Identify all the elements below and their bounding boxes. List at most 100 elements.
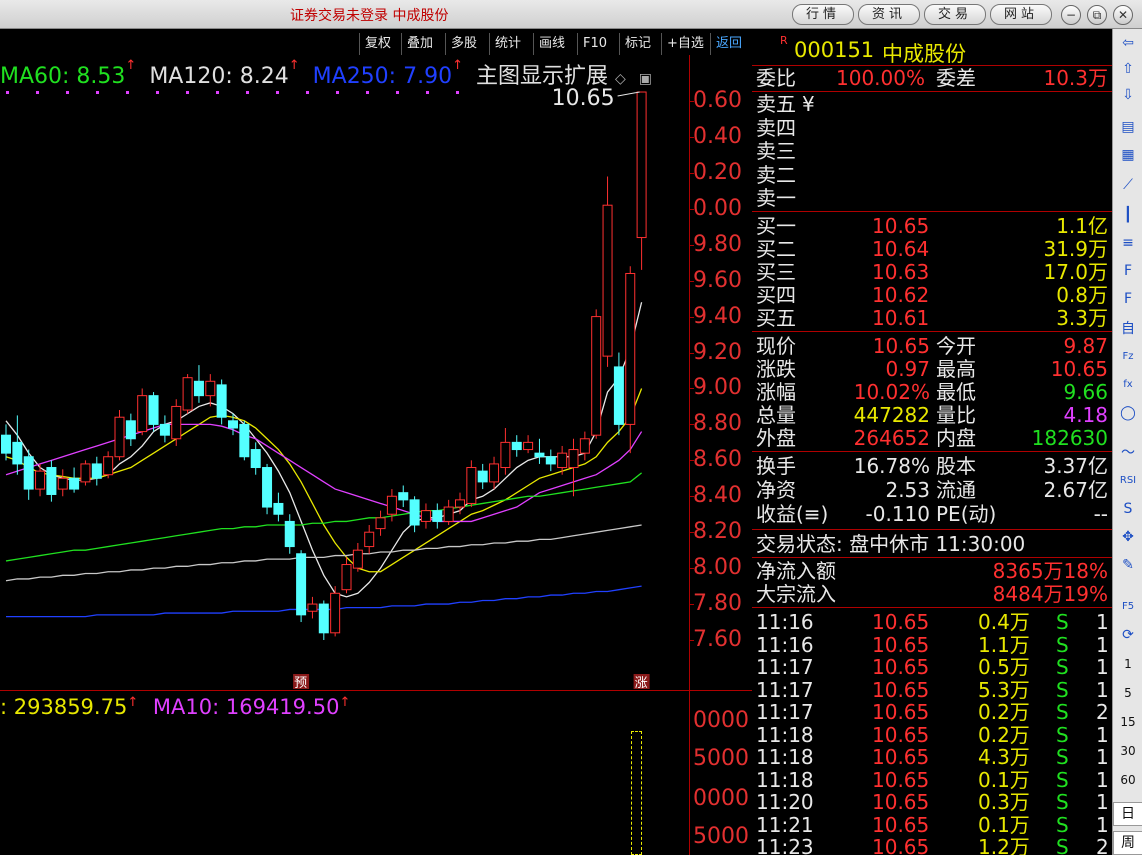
multi-stock-button[interactable]: 多股 — [445, 33, 482, 55]
candle[interactable] — [636, 91, 647, 270]
candle[interactable] — [273, 492, 284, 522]
candle[interactable] — [432, 503, 443, 529]
website-button[interactable]: 网站 — [990, 4, 1052, 25]
tick-row: 11:23 10.65 1.2万 S 2 — [756, 836, 1112, 855]
candle[interactable] — [114, 410, 125, 461]
candle[interactable] — [103, 451, 114, 479]
candle[interactable] — [159, 415, 170, 443]
candle[interactable] — [171, 399, 182, 446]
candle[interactable] — [1, 424, 11, 461]
candle[interactable] — [602, 176, 613, 367]
arrow-up-icon[interactable]: ⇧ — [1118, 59, 1138, 79]
candle[interactable] — [91, 456, 102, 486]
candle[interactable] — [352, 542, 363, 572]
candle[interactable] — [545, 449, 556, 472]
candle[interactable] — [477, 463, 488, 490]
fiz-icon[interactable]: Fz — [1118, 347, 1138, 367]
candle[interactable] — [12, 415, 23, 475]
close-icon[interactable]: ✕ — [1113, 5, 1133, 25]
period-button-5[interactable]: 5 — [1113, 686, 1142, 700]
add-favorite-button[interactable]: +自选 — [661, 33, 709, 55]
grid-icon[interactable]: ▦ — [1118, 145, 1138, 165]
candle[interactable] — [23, 449, 34, 500]
news-icon[interactable]: ▤ — [1118, 117, 1138, 137]
period-button-60[interactable]: 60 — [1113, 773, 1142, 787]
candle[interactable] — [568, 438, 579, 497]
candle[interactable] — [80, 460, 91, 486]
back-button[interactable]: 返回 — [710, 33, 747, 55]
circle-icon[interactable]: ◯ — [1118, 403, 1138, 423]
candle[interactable] — [511, 435, 522, 457]
candle[interactable] — [318, 600, 329, 640]
line-chart-icon[interactable]: ⟋ — [1118, 175, 1138, 195]
candle[interactable] — [420, 503, 431, 529]
candle[interactable] — [250, 442, 261, 475]
period-button-15[interactable]: 15 — [1113, 715, 1142, 729]
arrow-down-icon[interactable]: ⇩ — [1118, 85, 1138, 105]
chevron-left-icon[interactable]: ⇦ — [1118, 33, 1138, 53]
minimize-icon[interactable]: − — [1061, 5, 1081, 25]
restore-icon[interactable]: ⧉ — [1087, 5, 1107, 25]
expand-icon[interactable]: ▣ — [639, 71, 652, 87]
pencil-icon[interactable]: ✎ — [1118, 555, 1138, 575]
period-button-周[interactable]: 周 — [1113, 831, 1142, 855]
statistics-button[interactable]: 统计 — [489, 33, 526, 55]
candle[interactable] — [398, 485, 409, 508]
news-button[interactable]: 资讯 — [858, 4, 920, 25]
candle[interactable] — [489, 456, 500, 490]
candle[interactable] — [182, 374, 193, 414]
period-button-日[interactable]: 日 — [1113, 802, 1142, 826]
candle[interactable] — [69, 467, 80, 493]
restore-rights-button[interactable]: 复权 — [359, 33, 396, 55]
market-button[interactable]: 行情 — [792, 4, 854, 25]
diamond-icon[interactable]: ◇ — [615, 71, 626, 87]
candle[interactable] — [613, 352, 624, 436]
chart-s-icon[interactable]: S — [1118, 499, 1138, 519]
candle[interactable] — [46, 460, 57, 502]
formula-icon[interactable]: fx — [1118, 375, 1138, 395]
f5-icon[interactable]: F5 — [1118, 597, 1138, 617]
candle[interactable] — [625, 266, 636, 454]
overlay-button[interactable]: 叠加 — [401, 33, 438, 55]
candle[interactable] — [216, 379, 227, 425]
rsi-icon[interactable]: RSI — [1118, 471, 1138, 491]
candle[interactable] — [534, 438, 545, 464]
self-icon[interactable]: 自 — [1118, 319, 1138, 339]
candlestick-chart[interactable]: 10.65 预 涨 — [0, 86, 690, 691]
period-button-30[interactable]: 30 — [1113, 744, 1142, 758]
candle[interactable] — [341, 557, 352, 594]
candle[interactable] — [205, 374, 216, 407]
candle[interactable] — [364, 525, 375, 554]
candle[interactable] — [137, 388, 148, 436]
list-icon[interactable]: ≡ — [1118, 233, 1138, 253]
candle[interactable] — [296, 550, 307, 623]
candle[interactable] — [579, 431, 590, 461]
candle[interactable] — [148, 392, 159, 432]
candle[interactable] — [443, 499, 454, 526]
candle[interactable] — [307, 596, 318, 619]
candle[interactable] — [523, 435, 534, 454]
candle[interactable] — [193, 365, 204, 403]
candle[interactable] — [500, 427, 511, 475]
trade-button[interactable]: 交易 — [924, 4, 986, 25]
candle[interactable] — [591, 309, 602, 439]
candle[interactable] — [57, 469, 68, 497]
candle[interactable] — [409, 496, 420, 533]
candle[interactable] — [284, 514, 295, 554]
candle[interactable] — [262, 463, 273, 515]
move-icon[interactable]: ✥ — [1118, 527, 1138, 547]
finance-icon[interactable]: F — [1118, 289, 1138, 309]
candle[interactable] — [466, 460, 477, 508]
candle[interactable] — [125, 413, 136, 446]
draw-line-button[interactable]: 画线 — [533, 33, 570, 55]
refresh-icon[interactable]: ⟳ — [1118, 625, 1138, 645]
f10-button[interactable]: F10 — [577, 33, 612, 55]
candle[interactable] — [375, 510, 386, 536]
f10-icon[interactable]: F — [1118, 261, 1138, 281]
mark-button[interactable]: 标记 — [619, 33, 656, 55]
candle[interactable] — [239, 420, 250, 461]
candlestick-icon[interactable]: ┃ — [1118, 205, 1138, 225]
period-button-1[interactable]: 1 — [1113, 657, 1142, 671]
candle[interactable] — [330, 586, 341, 637]
wave-icon[interactable]: 〜 — [1118, 443, 1138, 463]
